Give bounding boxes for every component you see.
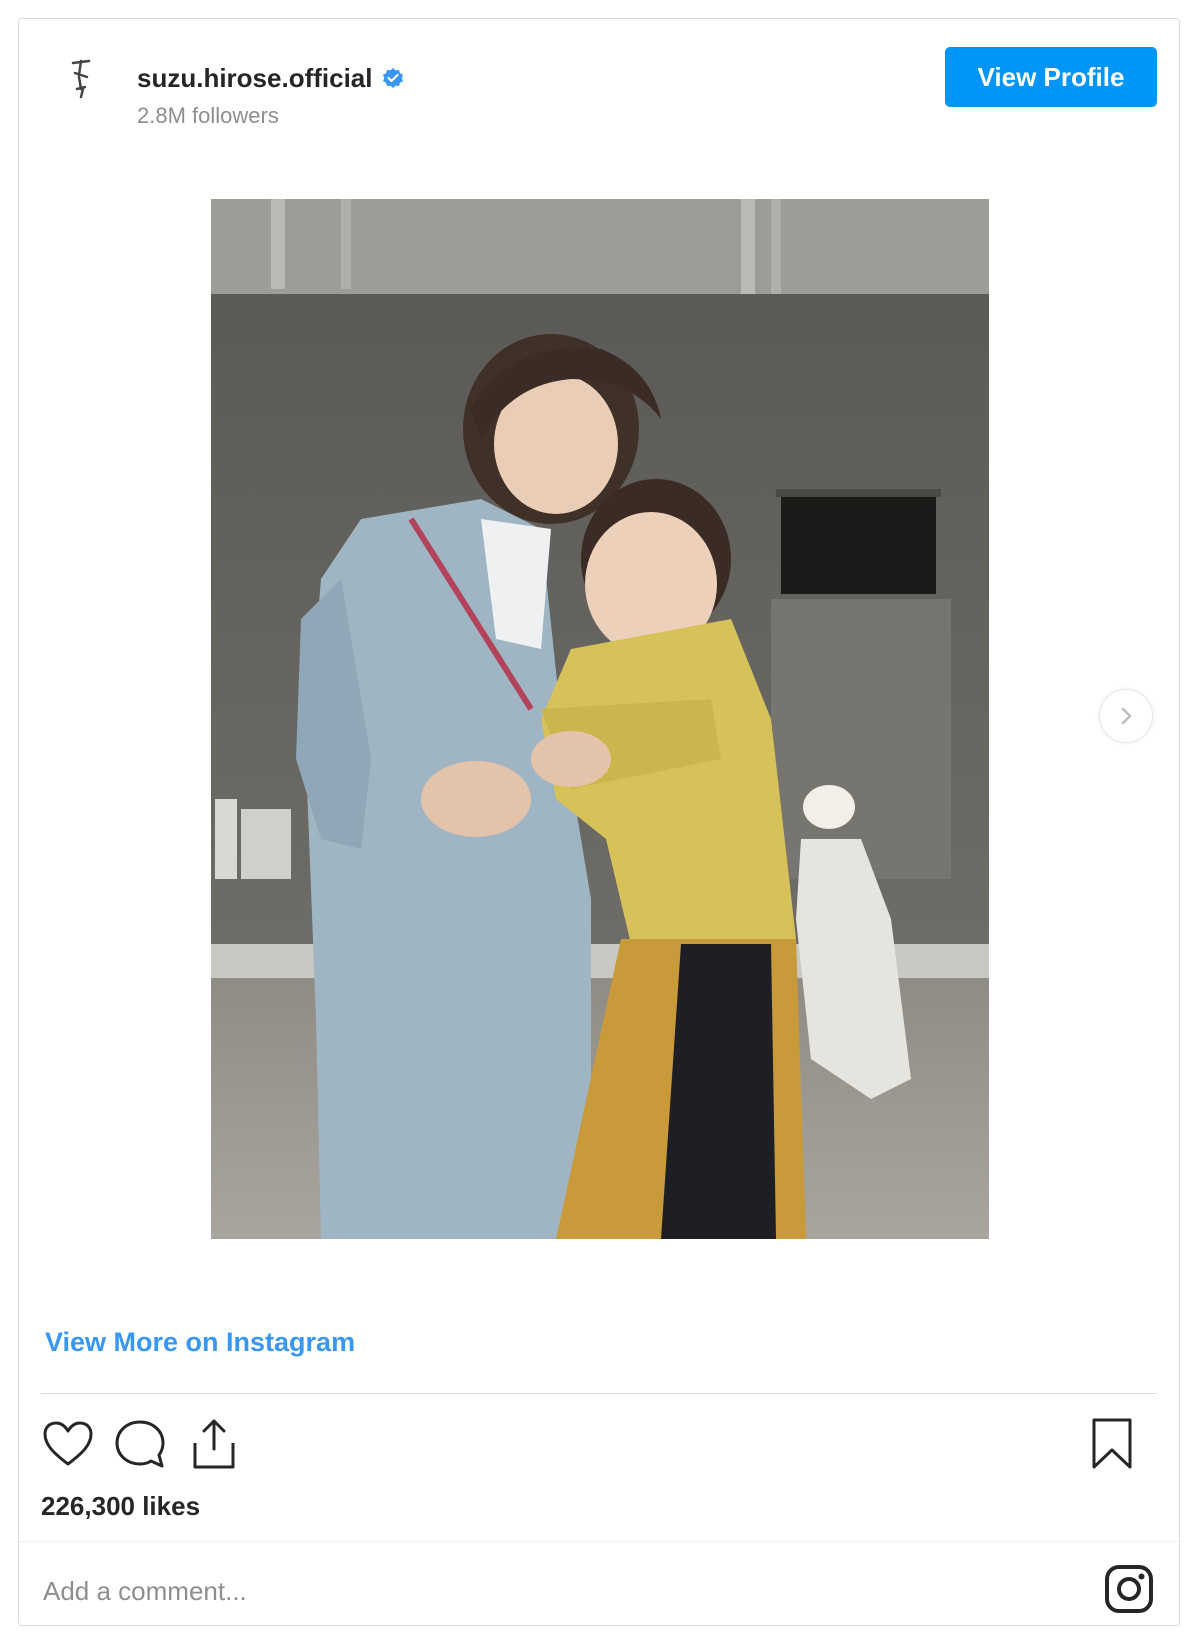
chevron-right-icon	[1121, 707, 1132, 725]
bookmark-icon	[1092, 1418, 1132, 1469]
instagram-logo-icon	[1105, 1565, 1153, 1613]
view-more-link[interactable]: View More on Instagram	[45, 1327, 355, 1358]
verified-badge-icon	[382, 67, 403, 88]
avatar[interactable]	[55, 51, 111, 107]
post-photo[interactable]	[211, 199, 989, 1239]
post-header: suzu.hirose.official 2.8M followers View…	[19, 19, 1179, 139]
comment-button[interactable]	[111, 1415, 169, 1473]
share-button[interactable]	[185, 1415, 243, 1473]
username-row[interactable]: suzu.hirose.official	[137, 63, 405, 94]
action-bar	[39, 1415, 1159, 1475]
instagram-logo-link[interactable]	[1101, 1561, 1157, 1617]
heart-icon	[43, 1421, 93, 1466]
comment-bubble-icon	[115, 1420, 165, 1468]
next-photo-button[interactable]	[1099, 689, 1153, 743]
like-button[interactable]	[39, 1415, 97, 1473]
instagram-embed-card: suzu.hirose.official 2.8M followers View…	[18, 18, 1180, 1626]
divider	[41, 1393, 1157, 1394]
avatar-signature-icon	[71, 59, 91, 99]
follower-count: 2.8M followers	[137, 103, 279, 128]
share-upload-icon	[193, 1419, 235, 1469]
like-count: 226,300 likes	[41, 1491, 201, 1521]
username[interactable]: suzu.hirose.official	[137, 63, 373, 94]
post-photo-image	[211, 199, 989, 1239]
save-button[interactable]	[1083, 1415, 1141, 1473]
comment-input[interactable]	[41, 1559, 1045, 1623]
view-profile-button[interactable]: View Profile	[945, 47, 1157, 107]
divider	[19, 1541, 1179, 1542]
